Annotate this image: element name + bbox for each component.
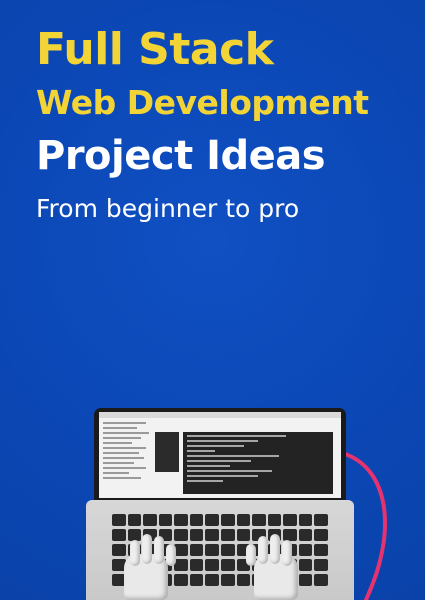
- title-line-project-ideas: Project Ideas: [36, 133, 326, 179]
- left-finger: [166, 544, 176, 566]
- laptop-keyboard-deck: [86, 500, 354, 600]
- left-finger: [130, 540, 140, 566]
- screen-file-tree: [155, 432, 179, 472]
- laptop-lid: [94, 408, 346, 500]
- screen-document-pane: [103, 422, 151, 494]
- subtitle: From beginner to pro: [36, 194, 300, 223]
- left-finger: [154, 536, 164, 564]
- laptop-illustration: [86, 408, 354, 600]
- right-finger: [258, 536, 268, 564]
- title-line-web-development: Web Development: [36, 83, 369, 122]
- screen-code-editor: [183, 432, 333, 494]
- laptop-screen: [99, 412, 341, 498]
- right-finger: [270, 534, 280, 564]
- screen-toolbar: [99, 412, 341, 418]
- right-finger: [282, 540, 292, 566]
- poster-background: Full Stack Web Development Project Ideas…: [0, 0, 425, 600]
- title-line-full-stack: Full Stack: [36, 24, 274, 75]
- right-finger: [246, 544, 256, 566]
- left-finger: [142, 534, 152, 564]
